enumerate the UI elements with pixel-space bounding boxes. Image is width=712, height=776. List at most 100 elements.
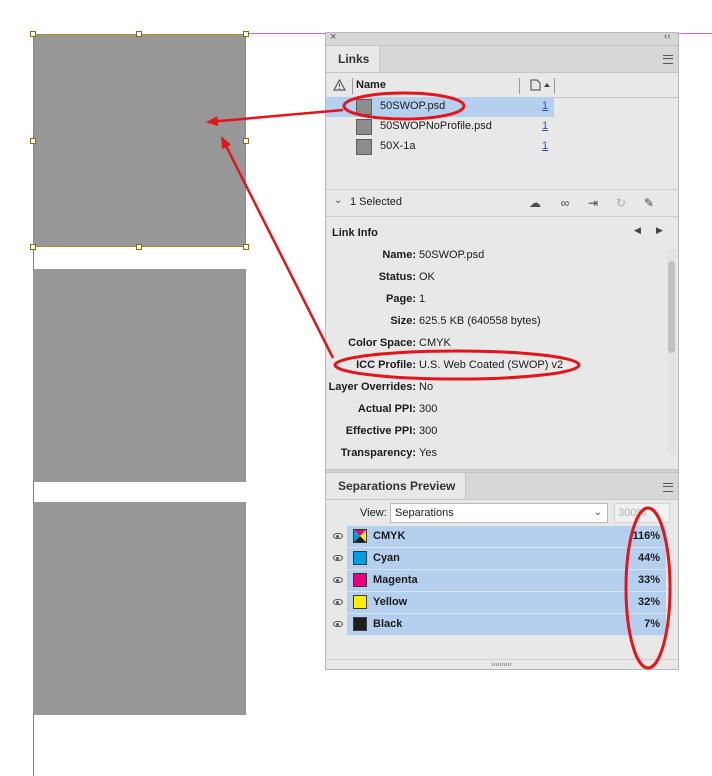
tab-separations-preview[interactable]: Separations Preview [326,473,467,499]
column-name-header[interactable]: Name [356,79,386,91]
link-row-50swopnoprofile[interactable]: 50SWOPNoProfile.psd 1 [326,117,554,137]
link-info-title: Link Info [332,227,378,239]
info-label: Size: [390,315,416,327]
cmyk-swatch-icon [353,529,367,543]
cloud-link-icon[interactable]: ☁ [528,196,542,210]
link-info-row-effective-ppi: Effective PPI: 300 [326,421,666,443]
link-info-row-page: Page: 1 [326,289,666,311]
info-label: ICC Profile: [356,359,416,371]
separation-name: Magenta [373,574,418,586]
warning-icon[interactable] [333,79,346,91]
link-page-number[interactable]: 1 [542,100,548,112]
resize-handle-bottom-right[interactable] [243,244,249,250]
separation-row-cyan[interactable]: Cyan 44% [326,548,666,570]
link-name: 50SWOP.psd [380,100,446,112]
tab-links[interactable]: Links [326,46,381,72]
resize-handle-top-right[interactable] [243,31,249,37]
links-column-header: Name [326,75,678,98]
links-tab-bar: Links [326,46,678,73]
image-frame-50swopnoprofile[interactable] [33,269,246,482]
update-link-icon[interactable]: ↻ [614,196,628,210]
separation-row-magenta[interactable]: Magenta 33% [326,570,666,592]
selection-bounding-box [33,34,246,247]
info-value: Yes [419,447,437,459]
chevron-down-icon[interactable]: ⌄ [334,195,342,206]
info-value: U.S. Web Coated (SWOP) v2 [419,359,564,371]
floating-panel: × ‹‹ Links Name 50SWOP.psd 1 50SWOPNoPro… [325,31,679,670]
collapse-icon[interactable]: ‹‹ [664,31,671,42]
info-label: Actual PPI: [357,403,416,415]
link-info-scrollbar[interactable] [667,249,676,453]
yellow-swatch [353,595,367,609]
eye-icon[interactable] [333,577,343,583]
separation-name: Black [373,618,403,630]
zoom-dropdown[interactable]: 300% [614,503,670,523]
previous-link-icon[interactable]: ◀ [634,225,641,236]
link-info-row-layer-overrides: Layer Overrides: No [326,377,666,399]
zoom-dropdown-value: 300% [618,507,647,519]
close-icon[interactable]: × [330,31,336,43]
separation-percent: 44% [637,552,660,564]
link-page-number[interactable]: 1 [542,120,548,132]
view-dropdown[interactable]: Separations ⌄ [390,503,608,523]
resize-handle-bottom-left[interactable] [30,244,36,250]
link-info-row-color-space: Color Space: CMYK [326,333,666,355]
panel-menu-icon[interactable] [663,55,673,64]
link-name: 50SWOPNoProfile.psd [380,120,492,132]
resize-handle-middle-left[interactable] [30,138,36,144]
eye-icon[interactable] [333,599,343,605]
eye-icon[interactable] [333,533,343,539]
scrollbar-thumb[interactable] [668,261,675,353]
info-value: 50SWOP.psd [419,249,485,261]
link-info-row-name: Name: 50SWOP.psd [326,245,666,267]
view-label: View: [360,507,387,519]
separations-tab-bar: Separations Preview [326,473,678,500]
cyan-swatch [353,551,367,565]
grip-dots [492,663,512,666]
panel-title-bar[interactable]: × ‹‹ [326,31,678,46]
resize-handle-middle-right[interactable] [243,138,249,144]
image-frame-50x-1a[interactable] [33,502,246,715]
resize-grip[interactable] [326,659,678,670]
link-thumbnail [356,99,372,115]
chain-link-icon[interactable]: ∞ [558,196,572,210]
resize-handle-top-center[interactable] [136,31,142,37]
link-row-50swop[interactable]: 50SWOP.psd 1 [326,97,554,117]
link-info-row-status: Status: OK [326,267,666,289]
panel-menu-icon[interactable] [663,483,673,492]
next-link-icon[interactable]: ▶ [656,225,663,236]
link-info-row-size: Size: 625.5 KB (640558 bytes) [326,311,666,333]
edit-original-icon[interactable]: ✎ [642,196,656,210]
info-label: Effective PPI: [345,425,416,437]
eye-icon[interactable] [333,555,343,561]
info-value: 300 [419,425,438,437]
view-dropdown-value: Separations [395,507,454,519]
resize-handle-bottom-center[interactable] [136,244,142,250]
header-divider [554,78,555,94]
info-label: Status: [378,271,416,283]
separation-row-yellow[interactable]: Yellow 32% [326,592,666,614]
resize-handle-top-left[interactable] [30,31,36,37]
link-info-row-actual-ppi: Actual PPI: 300 [326,399,666,421]
separation-percent: 32% [637,596,660,608]
link-row-50x-1a[interactable]: 50X-1a 1 [326,137,554,157]
link-info-row-transparency: Transparency: Yes [326,443,666,465]
eye-icon[interactable] [333,621,343,627]
info-value: CMYK [419,337,451,349]
link-name: 50X-1a [380,140,416,152]
links-selection-bar: ⌄ 1 Selected ☁ ∞ ⇥ ↻ ✎ [326,189,678,217]
link-info-row-icc-profile: ICC Profile: U.S. Web Coated (SWOP) v2 [326,355,666,377]
separation-name: Yellow [373,596,408,608]
info-label: Layer Overrides: [328,381,416,393]
separation-percent: 33% [637,574,660,586]
link-page-number[interactable]: 1 [542,140,548,152]
separation-name: Cyan [373,552,400,564]
page-column-icon[interactable] [530,79,552,91]
go-to-link-icon[interactable]: ⇥ [586,196,600,210]
separation-row-cmyk[interactable]: CMYK 116% [326,526,666,548]
info-value: 625.5 KB (640558 bytes) [419,315,541,327]
header-divider [352,78,353,94]
separation-row-black[interactable]: Black 7% [326,614,666,636]
black-swatch [353,617,367,631]
link-info-header: Link Info ◀ ▶ [326,221,678,245]
